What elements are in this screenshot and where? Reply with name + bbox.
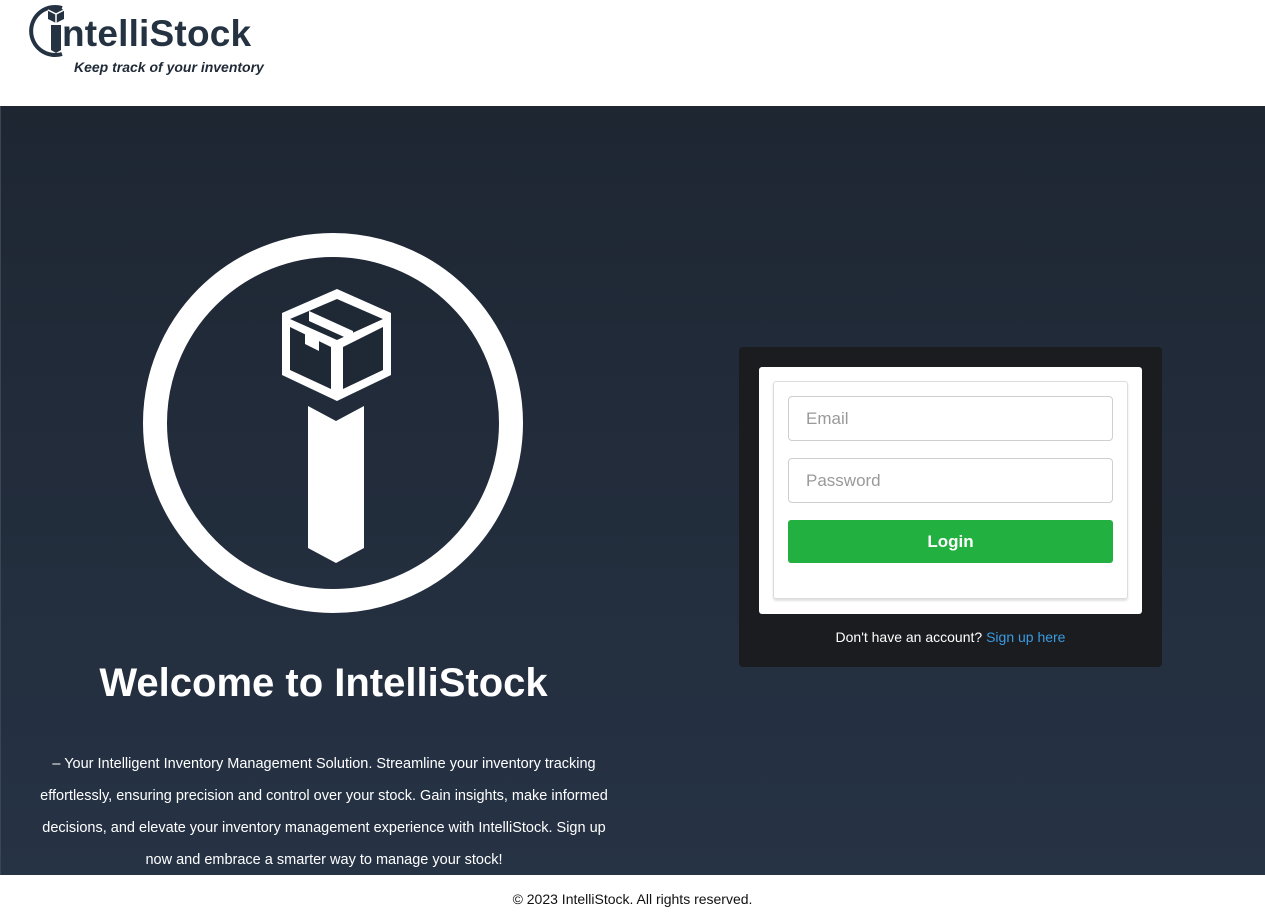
brand-tagline: Keep track of your inventory [74, 59, 264, 75]
site-header: ntelliStock Keep track of your inventory [0, 0, 1265, 106]
login-button[interactable]: Login [788, 520, 1113, 563]
brand-name: ntelliStock [62, 13, 252, 54]
login-form: Login [773, 381, 1128, 599]
signup-prompt: Don't have an account? Sign up here [739, 629, 1162, 645]
password-field[interactable] [788, 458, 1113, 503]
site-footer: © 2023 IntelliStock. All rights reserved… [0, 875, 1265, 920]
intellistock-emblem-icon [143, 233, 523, 613]
welcome-heading: Welcome to IntelliStock [99, 661, 548, 705]
brand-logo[interactable]: ntelliStock Keep track of your inventory [22, 0, 282, 80]
login-card: Login Don't have an account? Sign up her… [739, 347, 1162, 667]
login-panel: Login [759, 367, 1142, 614]
intro-paragraph: – Your Intelligent Inventory Management … [40, 756, 608, 868]
email-field[interactable] [788, 396, 1113, 441]
hero-section: Welcome to IntelliStock – Your Intellige… [0, 106, 1265, 875]
signup-prompt-text: Don't have an account? [835, 629, 983, 645]
copyright-text: © 2023 IntelliStock. All rights reserved… [512, 891, 753, 907]
signup-link[interactable]: Sign up here [986, 629, 1065, 645]
